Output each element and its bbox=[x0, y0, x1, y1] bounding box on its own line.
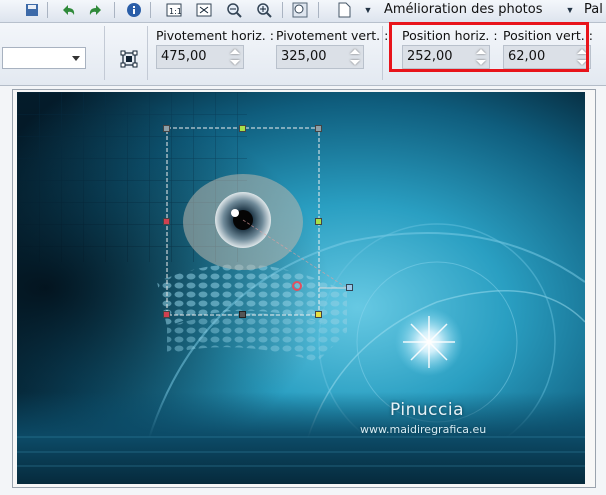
preset-dropdown[interactable] bbox=[2, 47, 86, 69]
handle-bottom-right[interactable] bbox=[315, 311, 322, 318]
pivot-point-icon[interactable] bbox=[292, 281, 302, 291]
position-v-value: 62,00 bbox=[508, 49, 546, 64]
watermark-name: Pinuccia bbox=[390, 400, 464, 420]
zoom-out-icon[interactable] bbox=[224, 1, 244, 19]
handle-mid-left[interactable] bbox=[163, 218, 170, 225]
handle-mid-right[interactable] bbox=[315, 218, 322, 225]
handle-bottom-mid[interactable] bbox=[239, 311, 246, 318]
handle-bottom-left[interactable] bbox=[163, 311, 170, 318]
rotation-handle[interactable] bbox=[346, 284, 353, 291]
spin-up-icon[interactable] bbox=[575, 47, 589, 56]
zoom-more-icon[interactable] bbox=[290, 1, 310, 19]
rotation-h-label: Pivotement horiz. : bbox=[156, 28, 274, 43]
spin-down-icon[interactable] bbox=[474, 58, 488, 67]
dropdown-arrow-icon[interactable]: ▼ bbox=[560, 1, 580, 19]
position-h-label: Position horiz. : bbox=[402, 28, 498, 43]
rotation-h-value: 475,00 bbox=[161, 49, 207, 64]
watermark-url: www.maidiregrafica.eu bbox=[360, 423, 487, 436]
dropdown-arrow-icon[interactable]: ▼ bbox=[358, 1, 378, 19]
handle-top-left[interactable] bbox=[163, 125, 170, 132]
actual-size-icon[interactable]: 1:1 bbox=[164, 1, 184, 19]
chevron-down-icon bbox=[72, 56, 80, 61]
main-toolbar: 1:1 ▼ Amélioration des photos ▼ Pal bbox=[0, 0, 606, 23]
menu-enhance-photo[interactable]: Amélioration des photos bbox=[384, 2, 543, 17]
svg-text:1:1: 1:1 bbox=[169, 7, 182, 16]
rotation-v-field[interactable]: 325,00 bbox=[276, 45, 364, 69]
spin-up-icon[interactable] bbox=[474, 47, 488, 56]
position-h-value: 252,00 bbox=[407, 49, 453, 64]
undo-icon[interactable] bbox=[58, 1, 78, 19]
spin-up-icon[interactable] bbox=[348, 47, 362, 56]
handle-top-right[interactable] bbox=[315, 125, 322, 132]
redo-icon[interactable] bbox=[86, 1, 106, 19]
spin-down-icon[interactable] bbox=[348, 58, 362, 67]
position-v-field[interactable]: 62,00 bbox=[503, 45, 591, 69]
new-document-icon[interactable] bbox=[334, 1, 354, 19]
handle-top-mid[interactable] bbox=[239, 125, 246, 132]
rotation-v-label: Pivotement vert. : bbox=[276, 28, 389, 43]
position-h-field[interactable]: 252,00 bbox=[402, 45, 490, 69]
info-icon[interactable] bbox=[124, 1, 144, 19]
spin-down-icon[interactable] bbox=[228, 58, 242, 67]
position-v-label: Position vert. : bbox=[503, 28, 593, 43]
rotation-v-value: 325,00 bbox=[281, 49, 327, 64]
spin-up-icon[interactable] bbox=[228, 47, 242, 56]
save-icon[interactable] bbox=[22, 1, 42, 19]
spin-down-icon[interactable] bbox=[575, 58, 589, 67]
rotation-h-field[interactable]: 475,00 bbox=[156, 45, 244, 69]
zoom-in-icon[interactable] bbox=[254, 1, 274, 19]
menu-palettes[interactable]: Pal bbox=[584, 2, 603, 17]
fit-window-icon[interactable] bbox=[194, 1, 214, 19]
pick-mode-icon[interactable] bbox=[120, 50, 138, 68]
